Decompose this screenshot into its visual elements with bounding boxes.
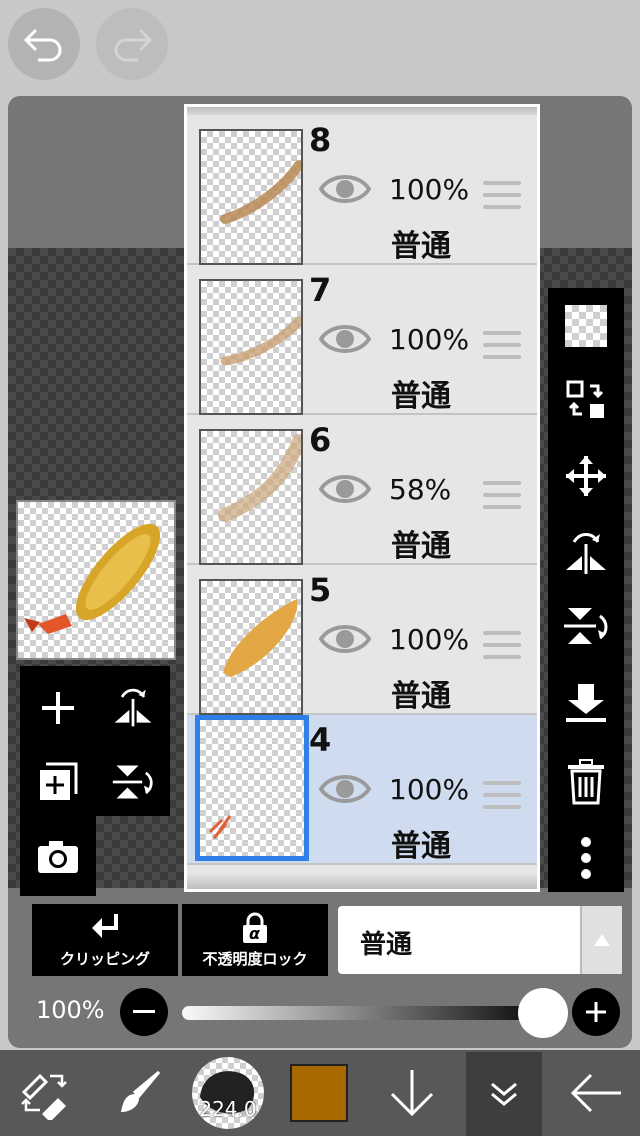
layer-number: 4: [309, 721, 332, 759]
layer-row-8[interactable]: 8 100% 普通: [187, 115, 537, 265]
add-layer-icon[interactable]: [36, 686, 80, 730]
layer-number: 6: [309, 421, 332, 459]
layer-thumbnail[interactable]: [195, 715, 309, 861]
layer-panel: 8 100% 普通 7 100% 普通 6 58% 普通 5 100% 普通 4…: [184, 104, 540, 892]
layer-opacity: 100%: [389, 623, 470, 656]
brush-size-preview: 224.0: [192, 1057, 264, 1129]
more-options-icon[interactable]: [548, 828, 624, 888]
opacity-slider-knob[interactable]: [518, 988, 568, 1038]
clipping-icon: [92, 913, 118, 938]
redo-icon: [114, 28, 153, 62]
layer-thumbnail[interactable]: [199, 129, 303, 265]
canvas-preview[interactable]: [16, 500, 176, 660]
layers-toggle-button[interactable]: [466, 1052, 542, 1136]
layer-opacity: 100%: [389, 173, 470, 206]
opacity-decrease-button[interactable]: [120, 988, 168, 1036]
flip-vertical-icon[interactable]: [548, 596, 624, 656]
tool-switch-button[interactable]: [0, 1050, 90, 1136]
layer-row-4[interactable]: 4 100% 普通: [187, 715, 537, 865]
brush-eraser-swap-icon: [21, 1073, 67, 1120]
minus-icon: [133, 1010, 155, 1013]
layer-blend-mode: 普通: [391, 679, 451, 714]
layer-thumbnail[interactable]: [199, 579, 303, 715]
layer-blend-mode: 普通: [391, 529, 451, 564]
opacity-label: 100%: [36, 996, 105, 1024]
flip-horizontal-icon[interactable]: [548, 524, 624, 584]
right-toolbar: [548, 288, 624, 892]
drag-handle-icon[interactable]: [483, 631, 521, 663]
move-layer-down-button[interactable]: [374, 1050, 450, 1136]
brush-size-value: 224.0: [199, 1097, 257, 1121]
redo-button[interactable]: [96, 8, 168, 80]
layer-tools: [20, 666, 170, 816]
layer-blend-mode: 普通: [391, 379, 451, 414]
arrow-left-icon: [570, 1073, 621, 1113]
flip-vertical-icon[interactable]: [110, 760, 156, 804]
opacity-increase-button[interactable]: [572, 988, 620, 1036]
drag-handle-icon[interactable]: [483, 481, 521, 513]
transparency-icon[interactable]: [548, 296, 624, 356]
duplicate-layer-icon[interactable]: [36, 760, 80, 804]
layer-number: 7: [309, 271, 332, 309]
bottom-toolbar: 224.0: [0, 1050, 640, 1136]
lock-icon: α: [240, 912, 270, 944]
panel-bottom-shadow: [187, 873, 537, 889]
blend-mode-select[interactable]: 普通: [338, 906, 622, 974]
undo-icon: [23, 28, 62, 62]
layer-blend-mode: 普通: [391, 229, 451, 264]
layer-blend-mode: 普通: [391, 829, 451, 864]
eye-icon[interactable]: [319, 771, 371, 807]
brush-icon: [121, 1070, 161, 1112]
plus-icon: [586, 1002, 606, 1022]
alpha-lock-button[interactable]: α 不透明度ロック: [182, 904, 328, 976]
brush-button[interactable]: [100, 1050, 180, 1136]
opacity-slider[interactable]: [182, 1006, 554, 1020]
merge-down-icon[interactable]: [548, 674, 624, 734]
flip-horizontal-icon[interactable]: [110, 686, 156, 730]
dropdown-arrow-icon[interactable]: [580, 906, 622, 974]
layer-thumbnail[interactable]: [199, 279, 303, 415]
layer-number: 5: [309, 571, 332, 609]
layer-row-6[interactable]: 6 58% 普通: [187, 415, 537, 565]
blend-mode-value: 普通: [360, 930, 413, 960]
drag-handle-icon[interactable]: [483, 781, 521, 813]
move-icon[interactable]: [548, 446, 624, 506]
eye-icon[interactable]: [319, 171, 371, 207]
layer-number: 8: [309, 121, 332, 159]
layer-row-7[interactable]: 7 100% 普通: [187, 265, 537, 415]
color-button[interactable]: [282, 1050, 356, 1136]
double-chevron-down-icon: [491, 1082, 517, 1106]
layer-thumbnail[interactable]: [199, 429, 303, 565]
layer-opacity: 100%: [389, 773, 470, 806]
drag-handle-icon[interactable]: [483, 331, 521, 363]
undo-button[interactable]: [8, 8, 80, 80]
preview-image: [24, 523, 161, 634]
drag-handle-icon[interactable]: [483, 181, 521, 213]
back-button[interactable]: [556, 1050, 636, 1136]
arrow-down-icon: [390, 1070, 434, 1117]
layer-swap-icon[interactable]: [548, 370, 624, 430]
clipping-button[interactable]: クリッピング: [32, 904, 178, 976]
eye-icon[interactable]: [319, 321, 371, 357]
alpha-lock-label: 不透明度ロック: [202, 949, 308, 968]
layer-row-5[interactable]: 5 100% 普通: [187, 565, 537, 715]
layer-opacity: 58%: [389, 473, 452, 506]
camera-icon: [38, 841, 78, 873]
color-swatch: [290, 1064, 348, 1122]
layer-opacity: 100%: [389, 323, 470, 356]
brush-size-button[interactable]: 224.0: [190, 1050, 266, 1136]
trash-icon[interactable]: [548, 752, 624, 812]
eye-icon[interactable]: [319, 471, 371, 507]
camera-button[interactable]: [20, 816, 96, 896]
eye-icon[interactable]: [319, 621, 371, 657]
clipping-label: クリッピング: [59, 949, 150, 968]
